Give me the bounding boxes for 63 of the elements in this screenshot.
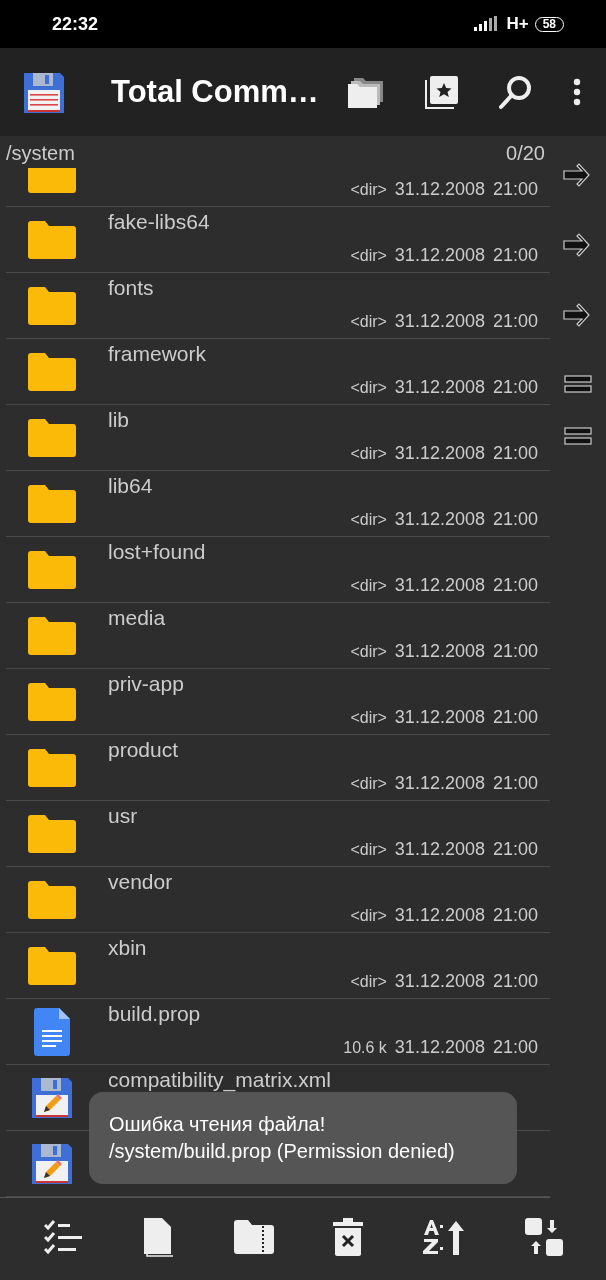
file-name: usr xyxy=(108,804,139,828)
file-date: 31.12.2008 xyxy=(394,707,485,728)
file-name: lib xyxy=(108,408,130,432)
file-size: <dir> xyxy=(350,379,387,398)
file-time: 21:00 xyxy=(492,971,538,992)
file-time: 21:00 xyxy=(492,1037,538,1058)
file-date: 31.12.2008 xyxy=(394,575,485,596)
file-time: 21:00 xyxy=(492,443,538,464)
file-time: 21:00 xyxy=(492,179,538,200)
file-time: 21:00 xyxy=(492,377,538,398)
file-date: 31.12.2008 xyxy=(394,839,485,860)
file-name: priv-app xyxy=(108,672,185,696)
file-name: fonts xyxy=(108,276,155,300)
file-date: 31.12.2008 xyxy=(394,1037,485,1058)
current-path: /system xyxy=(6,141,75,165)
file-size: <dir> xyxy=(350,709,387,728)
file-size: <dir> xyxy=(350,775,387,794)
file-name: framework xyxy=(108,342,208,366)
file-size: <dir> xyxy=(350,841,387,860)
file-size: <dir> xyxy=(350,907,387,926)
file-size: <dir> xyxy=(350,247,387,266)
file-name: xbin xyxy=(108,936,148,960)
file-time: 21:00 xyxy=(492,707,538,728)
file-size: <dir> xyxy=(350,643,387,662)
file-date: 31.12.2008 xyxy=(394,179,485,200)
file-date: 31.12.2008 xyxy=(394,245,485,266)
file-time: 21:00 xyxy=(492,905,538,926)
file-time: 21:00 xyxy=(492,575,538,596)
file-name: lost+found xyxy=(108,540,207,564)
file-name: media xyxy=(108,606,167,630)
file-size: <dir> xyxy=(350,511,387,530)
file-time: 21:00 xyxy=(492,641,538,662)
file-name: compatibility_matrix.xml xyxy=(108,1068,332,1092)
file-size: 10.6 k xyxy=(343,1039,387,1058)
file-name: build.prop xyxy=(108,1002,202,1026)
file-name: vendor xyxy=(108,870,174,894)
file-name: lib64 xyxy=(108,474,154,498)
file-time: 21:00 xyxy=(492,773,538,794)
file-date: 31.12.2008 xyxy=(394,773,485,794)
status-time: 22:32 xyxy=(52,13,99,35)
file-date: 31.12.2008 xyxy=(394,377,485,398)
file-time: 21:00 xyxy=(492,311,538,332)
file-date: 31.12.2008 xyxy=(394,443,485,464)
network-type: H+ xyxy=(506,14,529,34)
selection-count: 0/20 xyxy=(506,141,545,165)
file-date: 31.12.2008 xyxy=(394,971,485,992)
toast-message: /system/build.prop (Permission denied) xyxy=(109,1139,456,1164)
file-size: <dir> xyxy=(350,445,387,464)
app-title: Total Comm… xyxy=(111,74,319,110)
file-date: 31.12.2008 xyxy=(394,509,485,530)
toast-message: Ошибка чтения файла! xyxy=(109,1112,327,1137)
file-size: <dir> xyxy=(350,973,387,992)
file-time: 21:00 xyxy=(492,245,538,266)
file-time: 21:00 xyxy=(492,509,538,530)
file-size: <dir> xyxy=(350,181,387,200)
file-size: <dir> xyxy=(350,577,387,596)
file-time: 21:00 xyxy=(492,839,538,860)
file-date: 31.12.2008 xyxy=(394,641,485,662)
file-date: 31.12.2008 xyxy=(394,905,485,926)
file-date: 31.12.2008 xyxy=(394,311,485,332)
file-name: fake-libs64 xyxy=(108,210,211,234)
file-size: <dir> xyxy=(350,313,387,332)
file-name: product xyxy=(108,738,180,762)
